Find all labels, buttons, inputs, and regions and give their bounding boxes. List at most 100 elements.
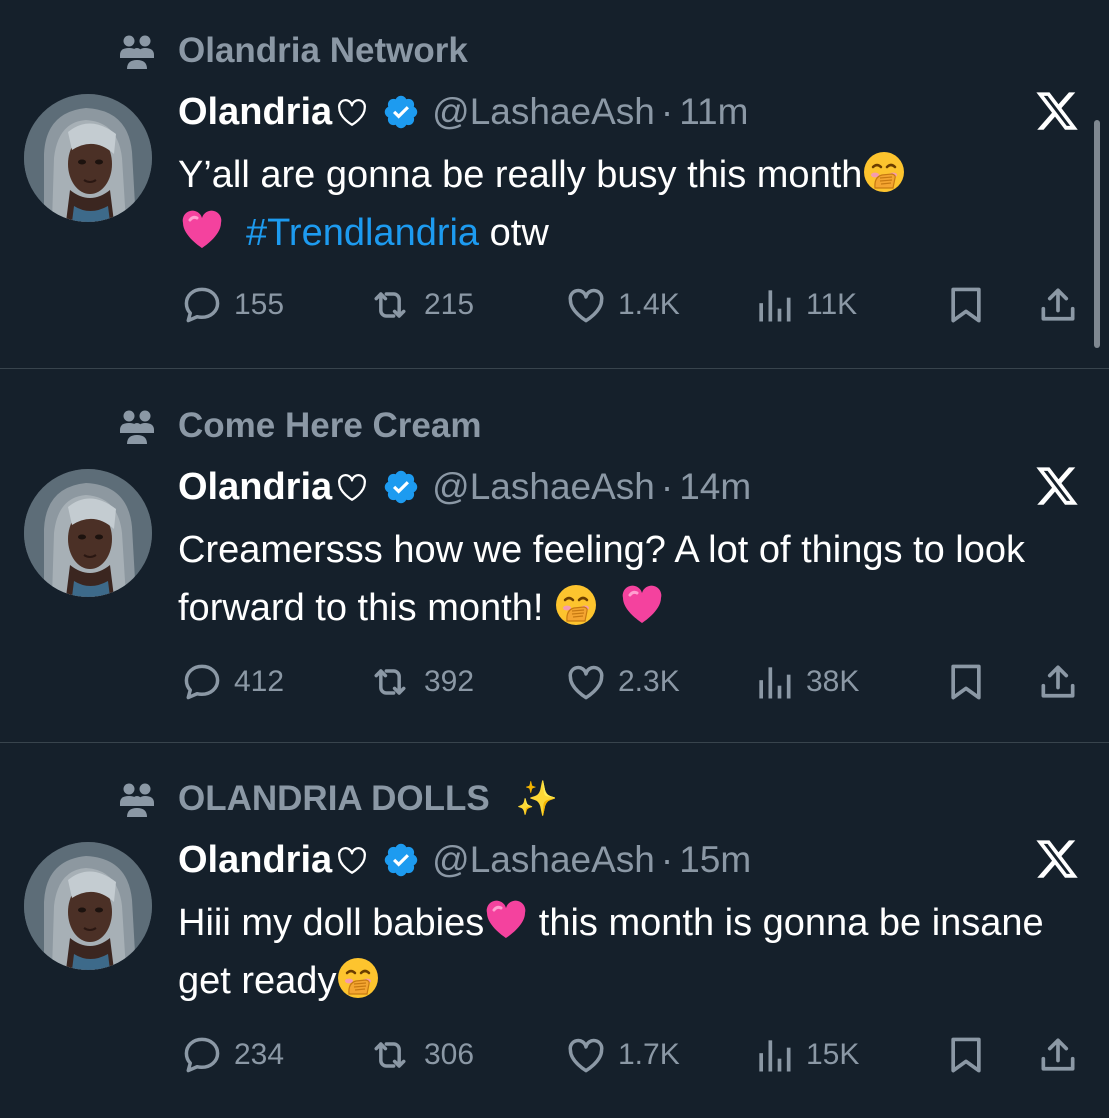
tweet-header: Olandria @LashaeAsh · 11m [178,88,748,136]
pink-heart-emoji [180,208,224,252]
reply-icon [180,283,224,327]
like-icon [564,1033,608,1077]
timestamp[interactable]: 11m [679,91,748,133]
divider [0,368,1109,369]
reply-button[interactable]: 234 [180,1032,284,1078]
tweet-text-part: Creamersss how we feeling? A lot of thin… [178,529,1026,629]
separator-dot: · [660,466,674,507]
verified-badge-icon[interactable] [382,841,420,879]
bookmark-icon [944,660,988,704]
tweet-text: Hiii my doll babies this month is gonna … [178,894,1078,1010]
like-icon [564,660,608,704]
reply-button[interactable]: 412 [180,659,284,705]
share-icon [1036,283,1080,327]
hashtag-link[interactable]: #Trendlandria [246,212,479,254]
community-name: OLANDRIA DOLLS [178,779,490,818]
share-button[interactable] [1036,1032,1080,1078]
timestamp[interactable]: 14m [679,466,751,508]
views-icon [752,660,796,704]
bookmark-button[interactable] [944,659,988,705]
views-icon [752,283,796,327]
view-count: 11K [806,288,858,321]
hand-over-mouth-emoji [862,150,906,194]
reply-icon [180,660,224,704]
repost-button[interactable]: 215 [366,282,474,328]
community-label[interactable]: Come Here Cream [118,405,481,447]
author-handle[interactable]: @LashaeAsh [432,466,655,508]
pink-heart-emoji [620,583,664,627]
view-count: 15K [806,1038,860,1071]
profile-photo [24,469,152,597]
view-count: 38K [806,665,860,698]
like-count: 1.4K [618,288,680,321]
views-button[interactable]: 38K [752,659,859,705]
tweet-text-part: Y’all are gonna be really busy this mont… [178,154,863,196]
hand-over-mouth-emoji [336,956,380,1000]
action-bar: 234 306 1.7K 15K [0,1032,1109,1078]
scrollbar[interactable] [1094,120,1100,348]
tweet-text: Y’all are gonna be really busy this mont… [178,146,1078,262]
heart-outline-icon [334,94,370,130]
like-button[interactable]: 1.4K [564,282,680,328]
repost-count: 392 [424,665,475,698]
verified-badge-icon[interactable] [382,468,420,506]
reply-button[interactable]: 155 [180,282,284,328]
share-button[interactable] [1036,659,1080,705]
share-icon [1036,1033,1080,1077]
views-icon [752,1033,796,1077]
timestamp[interactable]: 15m [679,839,751,881]
like-count: 1.7K [618,1038,680,1071]
bookmark-icon [944,1033,988,1077]
community-label[interactable]: Olandria Network [118,30,468,72]
separator-dot: · [660,91,674,132]
bookmark-button[interactable] [944,1032,988,1078]
bookmark-button[interactable] [944,282,988,328]
tweet[interactable]: Come Here Cream Olandria @LashaeAsh · 14… [0,375,1109,745]
community-icon [118,406,158,446]
profile-photo [24,94,152,222]
author-name[interactable]: Olandria [178,466,332,509]
like-icon [564,283,608,327]
community-name: Olandria Network [178,31,468,70]
tweet-header: Olandria @LashaeAsh · 14m [178,463,751,511]
community-label[interactable]: OLANDRIA DOLLS ✨ [118,778,558,820]
reply-count: 234 [234,1038,285,1071]
repost-count: 215 [424,288,475,321]
profile-photo [24,842,152,970]
reply-icon [180,1033,224,1077]
repost-icon [366,1033,414,1077]
like-button[interactable]: 1.7K [564,1032,680,1078]
views-button[interactable]: 11K [752,282,857,328]
avatar[interactable] [24,842,152,970]
heart-outline-icon [334,842,370,878]
tweet[interactable]: Olandria Network Olandria @LashaeAsh · 1… [0,0,1109,370]
community-icon [118,31,158,71]
tweet-text: Creamersss how we feeling? A lot of thin… [178,521,1078,637]
community-name: Come Here Cream [178,406,482,445]
repost-count: 306 [424,1038,475,1071]
like-button[interactable]: 2.3K [564,659,680,705]
repost-button[interactable]: 392 [366,659,474,705]
action-bar: 412 392 2.3K 38K [0,659,1109,705]
repost-icon [366,283,414,327]
pink-heart-emoji [484,898,528,942]
divider [0,742,1109,743]
separator-dot: · [660,839,674,880]
tweet-header: Olandria @LashaeAsh · 15m [178,836,751,884]
repost-button[interactable]: 306 [366,1032,474,1078]
action-bar: 155 215 1.4K 11K [0,282,1109,328]
author-handle[interactable]: @LashaeAsh [432,839,655,881]
share-button[interactable] [1036,282,1080,328]
author-handle[interactable]: @LashaeAsh [432,91,655,133]
avatar[interactable] [24,94,152,222]
tweet[interactable]: OLANDRIA DOLLS ✨ Olandria @LashaeAsh · 1… [0,748,1109,1118]
author-name[interactable]: Olandria [178,839,332,882]
verified-badge-icon[interactable] [382,93,420,131]
reply-count: 412 [234,665,285,698]
avatar[interactable] [24,469,152,597]
repost-icon [366,660,414,704]
community-icon [118,779,158,819]
x-logo-icon [1032,836,1082,882]
views-button[interactable]: 15K [752,1032,859,1078]
author-name[interactable]: Olandria [178,91,332,134]
